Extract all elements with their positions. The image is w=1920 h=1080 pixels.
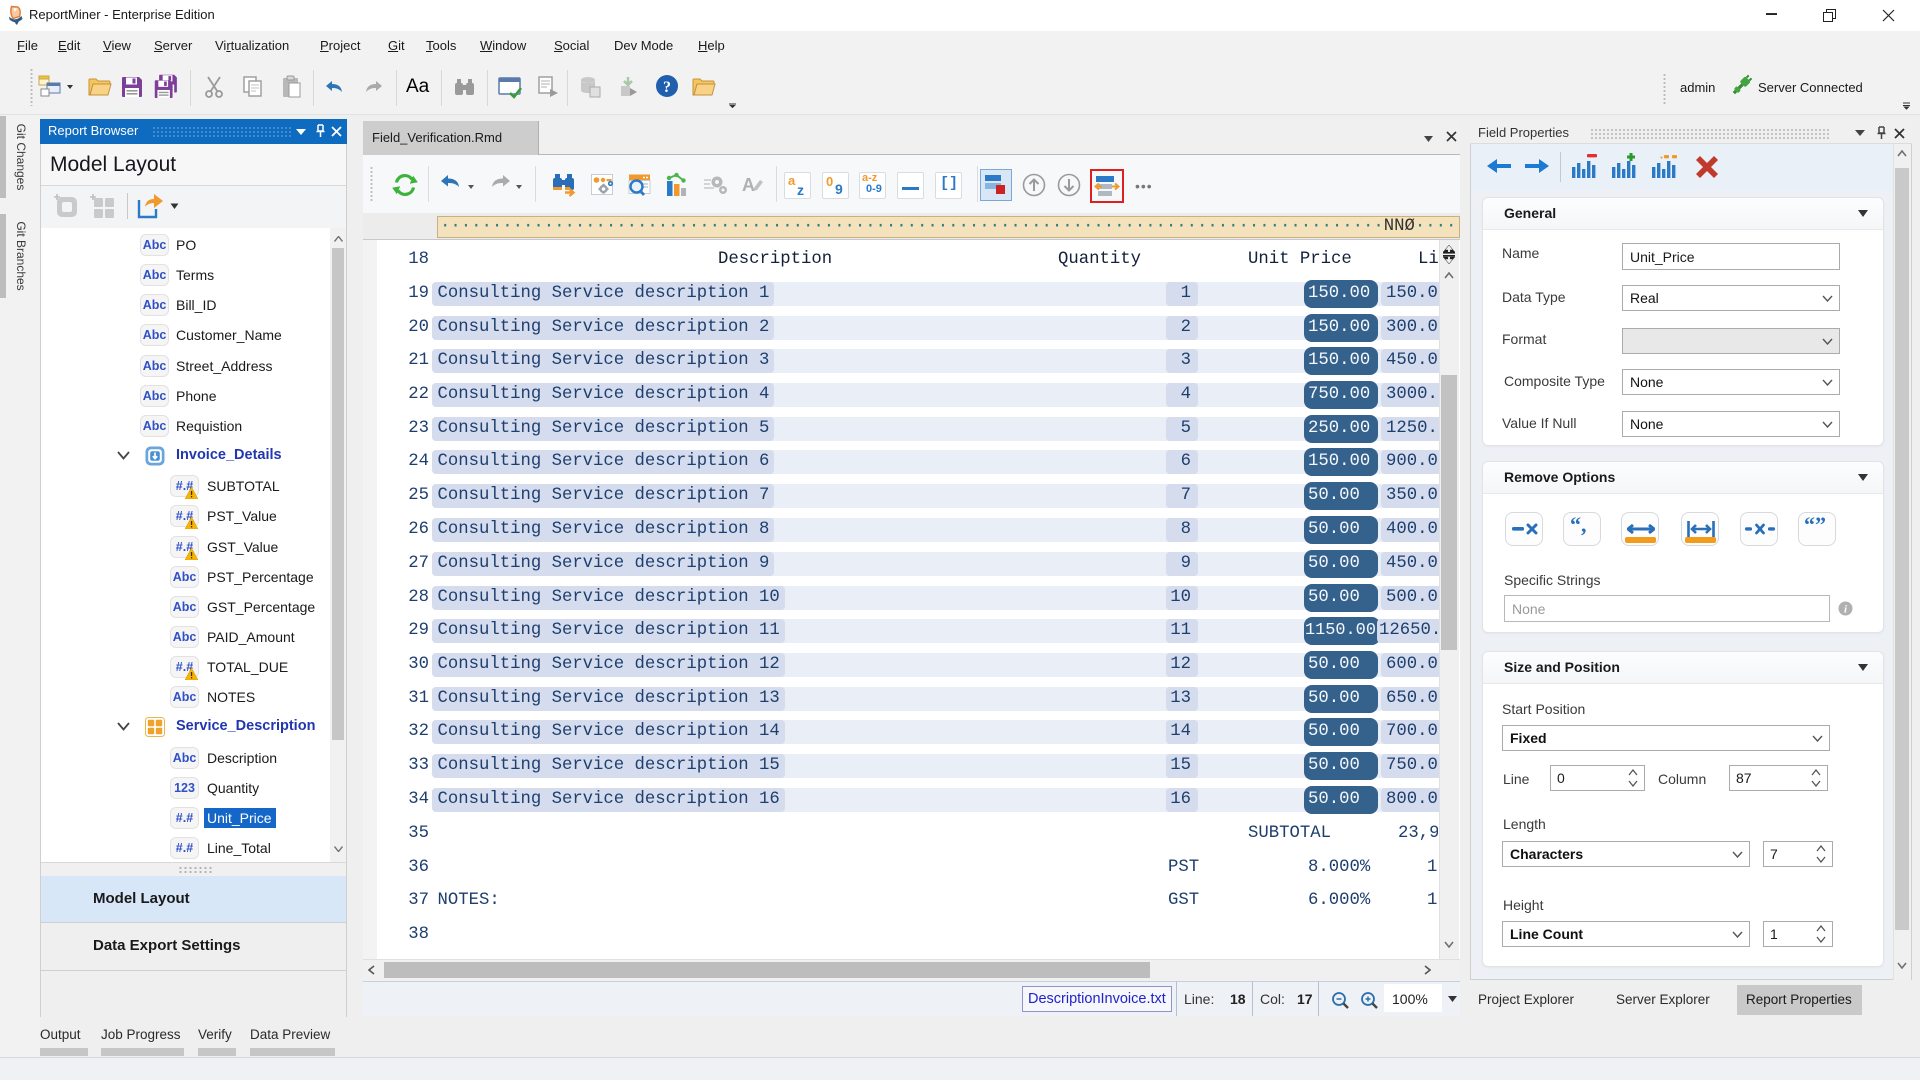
svg-text:?: ? [663,79,671,96]
svg-text:A: A [742,175,755,195]
